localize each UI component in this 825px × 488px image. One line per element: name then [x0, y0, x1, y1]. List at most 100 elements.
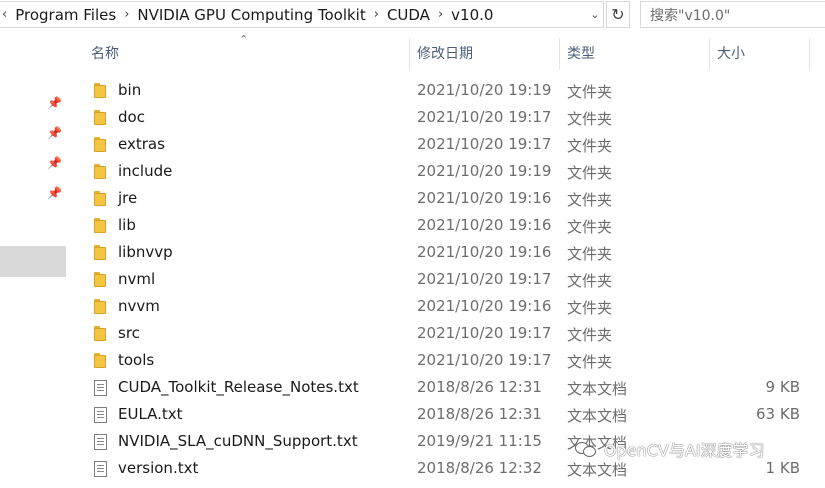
text-file-icon [94, 461, 108, 477]
file-modified-date: 2021/10/20 19:19 [417, 81, 552, 99]
chevron-down-icon: ⌄ [590, 8, 600, 21]
file-row[interactable]: doc 2021/10/20 19:17 文件夹 [78, 104, 825, 131]
file-row[interactable]: include 2021/10/20 19:19 文件夹 [78, 158, 825, 185]
column-type-header[interactable]: 类型 [567, 36, 595, 70]
file-name: bin [118, 81, 142, 99]
file-type: 文件夹 [567, 191, 613, 209]
folder-icon [94, 326, 108, 342]
file-list: bin 2021/10/20 19:19 文件夹 doc 2021/10/20 19:1… [78, 77, 825, 482]
file-modified-date: 2021/10/20 19:17 [417, 108, 552, 126]
file-size: 9 KB [765, 378, 800, 396]
file-modified-date: 2018/8/26 12:31 [417, 405, 542, 423]
text-file-icon [94, 407, 108, 423]
file-row[interactable]: jre 2021/10/20 19:16 文件夹 [78, 185, 825, 212]
file-modified-date: 2018/8/26 12:32 [417, 459, 542, 477]
folder-icon [94, 110, 108, 126]
breadcrumb-separator-icon[interactable]: › [435, 7, 446, 22]
file-name: libnvvp [118, 243, 173, 261]
file-name: doc [118, 108, 145, 126]
watermark-text: OpenCV与AI深度学习 [604, 441, 765, 460]
pin-icon: 📌 [47, 156, 62, 170]
file-name: nvml [118, 270, 156, 288]
file-name: lib [118, 216, 136, 234]
column-divider[interactable] [709, 38, 710, 70]
file-name: CUDA_Toolkit_Release_Notes.txt [118, 378, 359, 396]
file-row[interactable]: src 2021/10/20 19:17 文件夹 [78, 320, 825, 347]
file-name: NVIDIA_SLA_cuDNN_Support.txt [118, 432, 358, 450]
column-divider[interactable] [409, 38, 410, 70]
address-dropdown-button[interactable]: ⌄ [586, 1, 604, 28]
file-type: 文本文档 [567, 380, 628, 398]
address-toolbar: ‹ Program Files › NVIDIA GPU Computing T… [0, 0, 825, 30]
file-type: 文件夹 [567, 110, 613, 128]
file-size: 1 KB [765, 459, 800, 477]
file-type: 文件夹 [567, 137, 613, 155]
file-modified-date: 2018/8/26 12:31 [417, 378, 542, 396]
file-modified-date: 2021/10/20 19:16 [417, 243, 552, 261]
file-type: 文件夹 [567, 326, 613, 344]
folder-icon [94, 353, 108, 369]
text-file-icon [94, 380, 108, 396]
file-row[interactable]: CUDA_Toolkit_Release_Notes.txt 2018/8/26 … [78, 374, 825, 401]
file-row[interactable]: lib 2021/10/20 19:16 文件夹 [78, 212, 825, 239]
text-file-icon [94, 434, 108, 450]
breadcrumb-separator-icon[interactable]: › [371, 7, 382, 22]
file-name: EULA.txt [118, 405, 183, 423]
file-modified-date: 2021/10/20 19:17 [417, 270, 552, 288]
column-divider[interactable] [559, 38, 560, 70]
search-input[interactable]: 搜索"v10.0" [640, 1, 825, 28]
file-row[interactable]: extras 2021/10/20 19:17 文件夹 [78, 131, 825, 158]
column-name-header[interactable]: 名称 [91, 36, 119, 70]
breadcrumb-program-files[interactable]: Program Files [10, 6, 121, 24]
breadcrumb-cuda[interactable]: CUDA [382, 6, 435, 24]
search-placeholder: 搜索"v10.0" [650, 7, 731, 24]
file-row[interactable]: tools 2021/10/20 19:17 文件夹 [78, 347, 825, 374]
file-name: extras [118, 135, 165, 153]
pin-icon: 📌 [47, 126, 62, 140]
folder-icon [94, 218, 108, 234]
folder-icon [94, 245, 108, 261]
file-modified-date: 2021/10/20 19:17 [417, 324, 552, 342]
file-modified-date: 2019/9/21 11:15 [417, 432, 542, 450]
navigation-pane[interactable]: 📌 📌 📌 📌 [0, 30, 66, 488]
breadcrumb-overflow-icon[interactable]: ‹ [0, 7, 10, 22]
file-name: tools [118, 351, 155, 369]
nav-selected-item[interactable] [0, 246, 66, 277]
breadcrumb-nvidia-toolkit[interactable]: NVIDIA GPU Computing Toolkit [132, 6, 370, 24]
file-type: 文件夹 [567, 218, 613, 236]
file-type: 文本文档 [567, 461, 628, 479]
file-name: include [118, 162, 173, 180]
address-bar[interactable]: ‹ Program Files › NVIDIA GPU Computing T… [0, 1, 604, 28]
folder-icon [94, 164, 108, 180]
file-row[interactable]: bin 2021/10/20 19:19 文件夹 [78, 77, 825, 104]
file-row[interactable]: EULA.txt 2018/8/26 12:31 文本文档 63 KB [78, 401, 825, 428]
folder-icon [94, 83, 108, 99]
column-divider[interactable] [809, 38, 810, 70]
breadcrumb-v10[interactable]: v10.0 [446, 6, 498, 24]
file-name: version.txt [118, 459, 199, 477]
file-modified-date: 2021/10/20 19:17 [417, 135, 552, 153]
file-row[interactable]: nvml 2021/10/20 19:17 文件夹 [78, 266, 825, 293]
breadcrumb-separator-icon[interactable]: › [121, 7, 132, 22]
file-size: 63 KB [756, 405, 800, 423]
file-name: nvvm [118, 297, 160, 315]
pin-icon: 📌 [47, 96, 62, 110]
pin-icon: 📌 [47, 186, 62, 200]
folder-icon [94, 272, 108, 288]
file-row[interactable]: nvvm 2021/10/20 19:16 文件夹 [78, 293, 825, 320]
file-row[interactable]: libnvvp 2021/10/20 19:16 文件夹 [78, 239, 825, 266]
file-modified-date: 2021/10/20 19:17 [417, 351, 552, 369]
file-type: 文件夹 [567, 245, 613, 263]
column-date-header[interactable]: 修改日期 [417, 36, 473, 70]
refresh-icon: ↻ [611, 5, 625, 24]
folder-icon [94, 137, 108, 153]
refresh-button[interactable]: ↻ [606, 1, 630, 28]
sort-ascending-icon: ⌃ [239, 33, 249, 46]
file-modified-date: 2021/10/20 19:16 [417, 189, 552, 207]
file-modified-date: 2021/10/20 19:19 [417, 162, 552, 180]
file-type: 文件夹 [567, 299, 613, 317]
wechat-logo-icon [575, 441, 597, 457]
file-type: 文件夹 [567, 83, 613, 101]
file-type: 文件夹 [567, 353, 613, 371]
column-size-header[interactable]: 大小 [717, 36, 745, 70]
